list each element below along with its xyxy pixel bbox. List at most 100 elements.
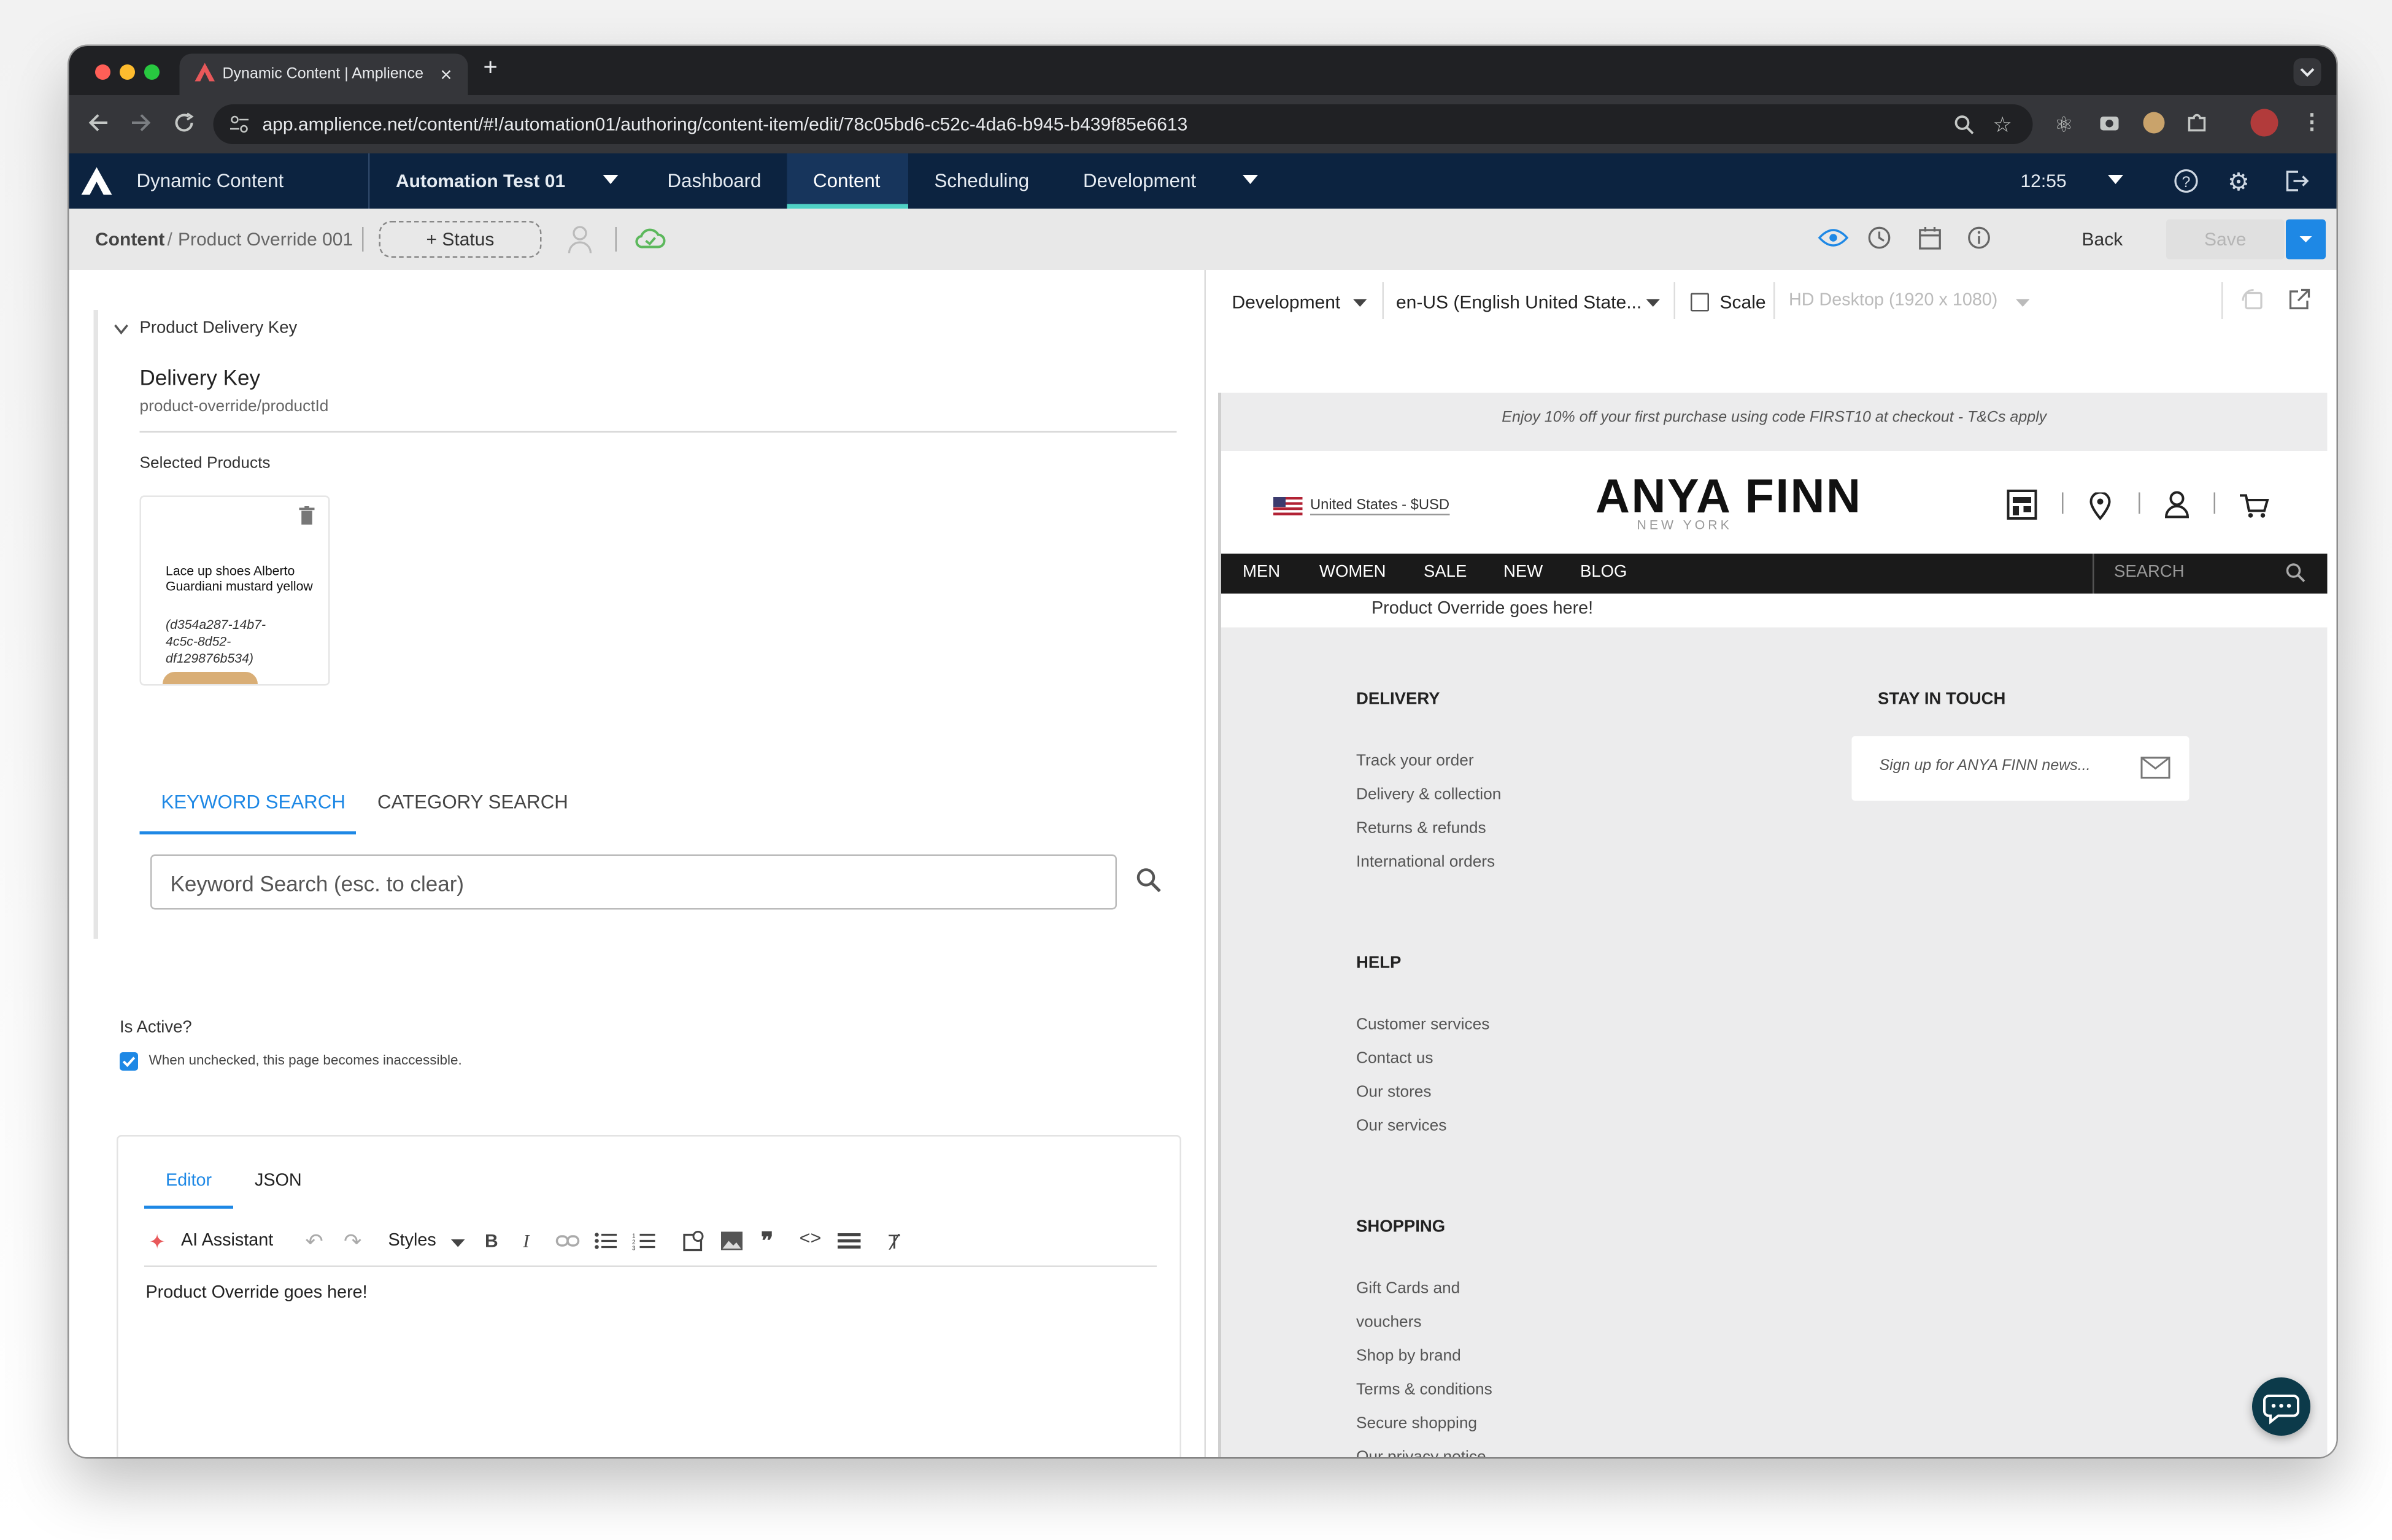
locale-select[interactable]: en-US (English United State... [1396, 291, 1642, 313]
rotate-device-icon[interactable] [2242, 288, 2266, 313]
numbered-list-icon[interactable]: 123 [632, 1232, 655, 1250]
is-active-checkbox[interactable] [120, 1052, 138, 1071]
section-title[interactable]: Product Delivery Key [140, 319, 298, 337]
site-info-icon[interactable] [229, 114, 250, 135]
logout-icon[interactable] [2285, 169, 2309, 193]
menu-item-men[interactable]: MEN [1243, 563, 1280, 582]
address-bar[interactable]: app.amplience.net/content/#!/automation0… [213, 104, 2033, 144]
collapse-chevron-icon[interactable] [114, 324, 129, 336]
footer-link[interactable]: vouchers [1356, 1313, 1422, 1331]
device-dropdown-icon[interactable] [2016, 299, 2030, 307]
blockquote-icon[interactable]: ❞ [761, 1227, 773, 1255]
code-icon[interactable]: <> [800, 1229, 822, 1250]
bullet-list-icon[interactable] [594, 1232, 617, 1250]
footer-link[interactable]: Track your order [1356, 752, 1474, 770]
footer-link[interactable]: Secure shopping [1356, 1414, 1477, 1433]
forward-arrow-icon[interactable] [131, 112, 152, 134]
keyword-search-input[interactable]: Keyword Search (esc. to clear) [150, 854, 1117, 910]
locale-dropdown-icon[interactable] [1646, 299, 1660, 307]
menu-item-new[interactable]: NEW [1503, 563, 1543, 582]
info-icon[interactable] [1967, 226, 1991, 250]
clear-format-icon[interactable]: Ⱦ [889, 1230, 901, 1253]
envelope-icon[interactable] [2140, 757, 2171, 780]
delivery-key-value[interactable]: product-override/productId [140, 398, 329, 416]
development-dropdown-icon[interactable] [1243, 175, 1258, 184]
cookie-extension-icon[interactable] [2143, 112, 2165, 134]
ai-assistant-button[interactable]: AI Assistant [181, 1232, 273, 1250]
back-arrow-icon[interactable] [88, 112, 109, 134]
menu-item-sale[interactable]: SALE [1424, 563, 1467, 582]
maximize-window-button[interactable] [144, 64, 160, 80]
footer-link[interactable]: International orders [1356, 853, 1495, 871]
calendar-icon[interactable] [1918, 226, 1942, 250]
italic-icon[interactable]: I [523, 1230, 530, 1253]
cart-icon[interactable] [2240, 494, 2269, 518]
styles-dropdown-icon[interactable] [451, 1239, 465, 1247]
footer-link[interactable]: Shop by brand [1356, 1347, 1461, 1365]
bold-icon[interactable]: B [485, 1230, 498, 1252]
breadcrumb-content[interactable]: Content [95, 229, 164, 250]
footer-link[interactable]: Terms & conditions [1356, 1380, 1492, 1399]
hub-selector[interactable]: Automation Test 01 [396, 153, 565, 209]
extensions-puzzle-icon[interactable] [2186, 112, 2208, 134]
undo-icon[interactable]: ↶ [306, 1229, 323, 1255]
reload-icon[interactable] [174, 112, 195, 134]
footer-link[interactable]: Our privacy notice [1356, 1448, 1486, 1457]
bookmark-star-icon[interactable]: ☆ [1993, 112, 2012, 139]
save-options-button[interactable] [2286, 219, 2326, 260]
footer-link[interactable]: Our stores [1356, 1083, 1432, 1101]
assignee-person-icon[interactable] [568, 226, 592, 253]
image-icon[interactable] [721, 1231, 743, 1250]
extension-react-icon[interactable]: ⚛ [2054, 112, 2074, 139]
insert-content-icon[interactable] [683, 1230, 706, 1252]
close-window-button[interactable] [95, 64, 110, 80]
nav-tab-dashboard[interactable]: Dashboard [668, 153, 762, 209]
environment-dropdown-icon[interactable] [1353, 299, 1367, 307]
menu-item-blog[interactable]: BLOG [1580, 563, 1627, 582]
account-person-icon[interactable] [2164, 491, 2189, 518]
tab-keyword-search[interactable]: KEYWORD SEARCH [161, 791, 345, 813]
time-dropdown-icon[interactable] [2108, 175, 2123, 184]
footer-link[interactable]: Delivery & collection [1356, 785, 1501, 804]
site-search-icon[interactable] [2286, 563, 2306, 583]
tab-editor[interactable]: Editor [166, 1172, 212, 1190]
browser-menu-icon[interactable]: ⋮ [2301, 109, 2323, 136]
add-status-button[interactable]: + Status [379, 221, 542, 258]
open-external-icon[interactable] [2288, 288, 2311, 312]
scale-checkbox[interactable] [1691, 293, 1709, 312]
site-search-input[interactable]: SEARCH [2114, 563, 2185, 582]
redo-icon[interactable]: ↷ [344, 1229, 361, 1255]
environment-select[interactable]: Development [1232, 291, 1341, 313]
nav-tab-content[interactable]: Content [813, 153, 880, 209]
device-select[interactable]: HD Desktop (1920 x 1080) [1789, 291, 1997, 310]
product-card[interactable]: Lace up shoes Alberto Guardiani mustard … [139, 495, 330, 686]
browser-tab[interactable]: Dynamic Content | Amplience × [179, 53, 468, 95]
footer-link[interactable]: Customer services [1356, 1015, 1489, 1034]
amplience-logo-icon[interactable] [81, 167, 112, 195]
tab-json[interactable]: JSON [255, 1172, 302, 1190]
zoom-icon[interactable] [1953, 114, 1975, 135]
footer-link[interactable]: Gift Cards and [1356, 1279, 1460, 1298]
search-icon[interactable] [1135, 867, 1163, 895]
newsletter-signup-input[interactable]: Sign up for ANYA FINN news... [1851, 736, 2189, 801]
footer-link[interactable]: Contact us [1356, 1049, 1433, 1068]
location-pin-icon[interactable] [2089, 492, 2111, 520]
brand-logo[interactable]: ANYA FINN [1595, 469, 1862, 525]
horizontal-rule-icon[interactable] [838, 1233, 861, 1249]
nav-tab-content-active[interactable]: Content [787, 153, 908, 209]
back-button[interactable]: Back [2082, 229, 2123, 250]
menu-item-women[interactable]: WOMEN [1319, 563, 1386, 582]
footer-link[interactable]: Our services [1356, 1117, 1446, 1135]
styles-dropdown[interactable]: Styles [388, 1232, 436, 1250]
delete-trash-icon[interactable] [299, 506, 315, 525]
new-tab-button[interactable]: + [484, 55, 498, 83]
nav-tab-scheduling[interactable]: Scheduling [935, 153, 1030, 209]
close-tab-icon[interactable]: × [441, 63, 452, 87]
footer-link[interactable]: Returns & refunds [1356, 819, 1486, 837]
history-icon[interactable] [1867, 226, 1892, 250]
help-icon[interactable]: ? [2174, 169, 2199, 193]
camera-extension-icon[interactable] [2099, 114, 2120, 132]
tab-search-button[interactable] [2293, 58, 2321, 86]
minimize-window-button[interactable] [120, 64, 135, 80]
editor-body-text[interactable]: Product Override goes here! [146, 1284, 368, 1303]
